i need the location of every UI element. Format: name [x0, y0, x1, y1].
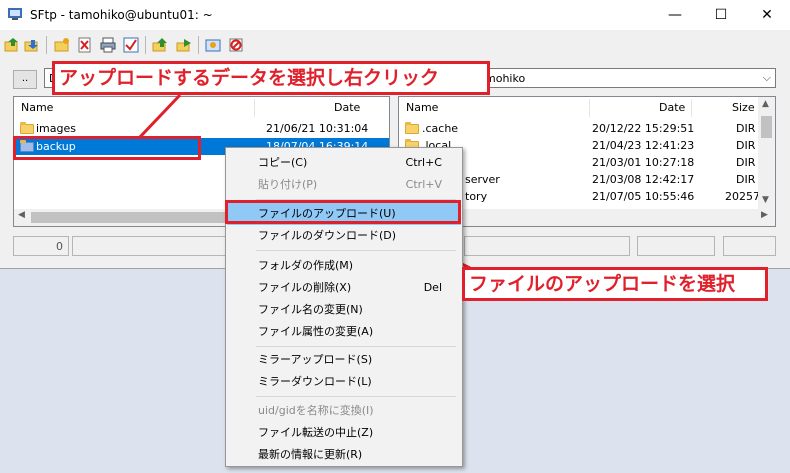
menu-item-paste: 貼り付け(P) Ctrl+V — [226, 174, 462, 196]
highlight-upload-item — [225, 200, 461, 224]
menu-item-label: 最新の情報に更新(R) — [258, 448, 363, 461]
menu-item-change-attributes[interactable]: ファイル属性の変更(A) — [226, 321, 462, 343]
menu-item-shortcut: Ctrl+C — [405, 156, 442, 169]
menu-item-label: ファイルの削除(X) — [258, 281, 352, 294]
annotation-select-upload: ファイルのアップロードを選択 — [462, 267, 768, 301]
menu-item-label: フォルダの作成(M) — [258, 259, 354, 272]
context-menu: コピー(C) Ctrl+C 貼り付け(P) Ctrl+V ファイルのアップロード… — [225, 147, 463, 467]
menu-item-label: ファイル名の変更(N) — [258, 303, 363, 316]
menu-item-download-file[interactable]: ファイルのダウンロード(D) — [226, 225, 462, 247]
menu-item-label: コピー(C) — [258, 156, 308, 169]
menu-separator — [256, 396, 456, 397]
callout-pointer-line — [138, 93, 182, 139]
menu-separator — [256, 250, 456, 251]
menu-item-label: ファイル転送の中止(Z) — [258, 426, 374, 439]
menu-item-shortcut: Del — [423, 281, 442, 294]
menu-item-rename-file[interactable]: ファイル名の変更(N) — [226, 299, 462, 321]
menu-item-shortcut: Ctrl+V — [405, 178, 442, 191]
menu-item-refresh[interactable]: 最新の情報に更新(R) — [226, 444, 462, 466]
menu-item-create-folder[interactable]: フォルダの作成(M) — [226, 255, 462, 277]
menu-item-delete-file[interactable]: ファイルの削除(X) Del — [226, 277, 462, 299]
menu-item-label: ファイルのダウンロード(D) — [258, 229, 397, 242]
menu-item-cancel-transfer[interactable]: ファイル転送の中止(Z) — [226, 422, 462, 444]
menu-item-convert-uid-gid: uid/gidを名称に変換(I) — [226, 400, 462, 422]
menu-item-label: ミラーアップロード(S) — [258, 353, 373, 366]
menu-item-copy[interactable]: コピー(C) Ctrl+C — [226, 152, 462, 174]
menu-item-label: ファイル属性の変更(A) — [258, 325, 374, 338]
annotation-select-data: アップロードするデータを選択し右クリック — [52, 61, 490, 95]
menu-item-label: 貼り付け(P) — [258, 178, 318, 191]
menu-item-label: uid/gidを名称に変換(I) — [258, 404, 374, 417]
highlight-backup-row — [13, 136, 201, 160]
menu-item-mirror-download[interactable]: ミラーダウンロード(L) — [226, 371, 462, 393]
menu-separator — [256, 346, 456, 347]
menu-item-label: ミラーダウンロード(L) — [258, 375, 372, 388]
menu-item-mirror-upload[interactable]: ミラーアップロード(S) — [226, 349, 462, 371]
